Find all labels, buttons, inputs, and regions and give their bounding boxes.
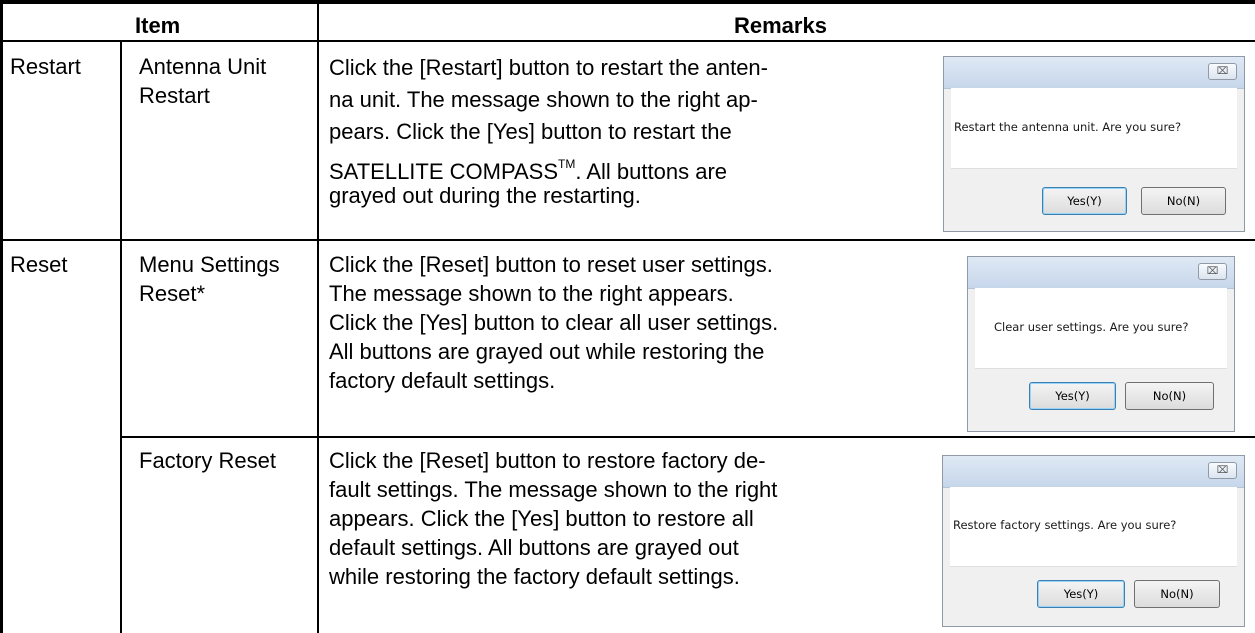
close-icon[interactable]: ⌧ [1208,63,1237,80]
remark-line: Click the [Reset] button to restore fact… [329,448,766,473]
dialog-body: Restore factory settings. Are you sure? [950,487,1237,567]
clear-user-settings-dialog: ⌧ Clear user settings. Are you sure? Yes… [967,256,1235,432]
remark-line: Click the [Yes] button to clear all user… [329,310,779,335]
remark-line: factory default settings. [329,368,556,393]
no-button[interactable]: No(N) [1141,187,1226,215]
restore-factory-settings-dialog: ⌧ Restore factory settings. Are you sure… [942,455,1245,627]
dialog-message: Clear user settings. Are you sure? [994,320,1189,334]
yes-button[interactable]: Yes(Y) [1042,187,1127,215]
item-factory-reset: Factory Reset [139,446,276,475]
dialog-title-bar [943,456,1244,488]
header-remarks: Remarks [734,13,827,38]
item-menu-settings-reset: Menu Settings Reset* [139,250,280,308]
item-line: Reset* [139,281,206,306]
remarks-factory-reset: Click the [Reset] button to restore fact… [329,446,777,591]
remark-line: All buttons are grayed out while restori… [329,339,765,364]
group-label-reset: Reset [10,252,68,277]
remark-line: appears. Click the [Yes] button to resto… [329,506,754,531]
remark-line: while restoring the factory default sett… [329,564,740,589]
yes-button[interactable]: Yes(Y) [1029,382,1116,410]
dialog-message: Restore factory settings. Are you sure? [953,518,1177,532]
header-item: Item [135,13,181,38]
dialog-body: Clear user settings. Are you sure? [975,288,1227,369]
remark-line: Click the [Reset] button to reset user s… [329,252,773,277]
close-icon[interactable]: ⌧ [1198,263,1227,280]
remarks-column-divider [317,0,319,633]
item-line: Restart [139,83,210,108]
trademark-symbol: TM [558,157,576,171]
close-icon[interactable]: ⌧ [1208,462,1237,479]
dialog-message: Restart the antenna unit. Are you sure? [954,120,1182,134]
remark-line: Click the [Restart] button to restart th… [329,55,768,80]
restart-confirm-dialog: ⌧ Restart the antenna unit. Are you sure… [943,56,1245,232]
item-line: Menu Settings [139,252,280,277]
header-bottom-rule [0,40,1255,42]
remarks-antenna-unit-restart: Click the [Restart] button to restart th… [329,52,768,212]
remarks-menu-settings-reset: Click the [Reset] button to reset user s… [329,250,778,395]
remark-line: fault settings. The message shown to the… [329,477,778,502]
no-button[interactable]: No(N) [1125,382,1214,410]
remark-line: grayed out during the restarting. [329,183,641,208]
item-antenna-unit-restart: Antenna Unit Restart [139,52,266,110]
remark-line: na unit. The message shown to the right … [329,87,758,112]
item-line: Antenna Unit [139,54,267,79]
remark-line: pears. Click the [Yes] button to restart… [329,119,732,144]
group-label-restart: Restart [10,54,81,79]
menu-reset-row-bottom-rule [120,436,1255,438]
remark-line: The message shown to the right appears. [329,281,734,306]
item-column-divider [120,41,122,633]
dialog-title-bar [944,57,1244,89]
remark-line: default settings. All buttons are grayed… [329,535,739,560]
yes-button[interactable]: Yes(Y) [1037,580,1125,608]
table-left-border [0,0,3,633]
table-top-border [0,0,1255,4]
restart-row-bottom-rule [0,239,1255,241]
dialog-body: Restart the antenna unit. Are you sure? [951,88,1237,169]
no-button[interactable]: No(N) [1134,580,1220,608]
dialog-title-bar [968,257,1234,289]
item-line: Factory Reset [139,448,276,473]
remark-line-with-trademark: SATELLITE COMPASSTM. All buttons are [329,148,768,184]
